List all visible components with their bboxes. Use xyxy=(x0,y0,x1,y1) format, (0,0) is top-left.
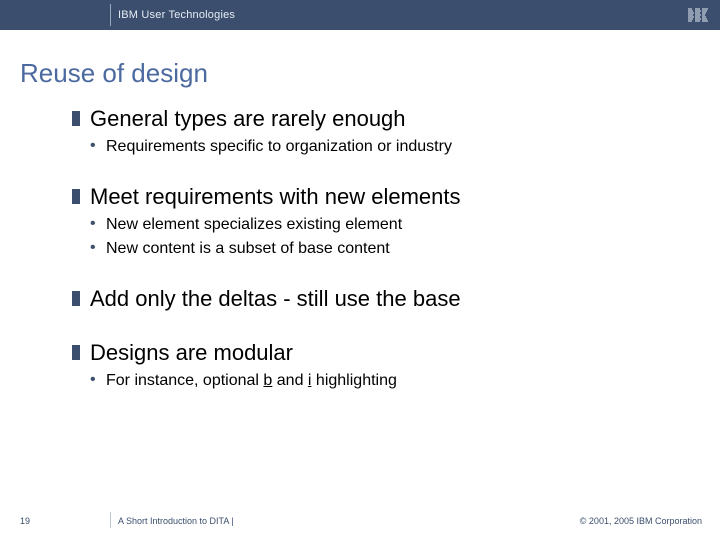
page-number: 19 xyxy=(20,516,30,526)
footer: 19 A Short Introduction to DITA | © 2001… xyxy=(0,506,720,526)
bullet-heading: Meet requirements with new elements xyxy=(72,184,696,210)
header-divider xyxy=(110,4,111,26)
footer-doc-title: A Short Introduction to DITA | xyxy=(118,516,234,526)
bullet-sub: For instance, optional b and i highlight… xyxy=(84,372,696,390)
bullet-group: Meet requirements with new elements New … xyxy=(72,184,696,258)
bullet-heading: Add only the deltas - still use the base xyxy=(72,286,696,312)
bullet-sub: New element specializes existing element xyxy=(84,216,696,234)
slide: IBM User Technologies Reuse of design Ge… xyxy=(0,0,720,540)
slide-body: General types are rarely enough Requirem… xyxy=(72,100,696,418)
bullet-heading: Designs are modular xyxy=(72,340,696,366)
bullet-sub: Requirements specific to organization or… xyxy=(84,138,696,156)
bullet-group: General types are rarely enough Requirem… xyxy=(72,106,696,156)
bullet-group: Add only the deltas - still use the base xyxy=(72,286,696,312)
bullet-sub: New content is a subset of base content xyxy=(84,240,696,258)
bullet-group: Designs are modular For instance, option… xyxy=(72,340,696,390)
slide-title: Reuse of design xyxy=(20,58,208,89)
bullet-heading: General types are rarely enough xyxy=(72,106,696,132)
header-org-label: IBM User Technologies xyxy=(118,9,235,21)
footer-copyright: © 2001, 2005 IBM Corporation xyxy=(580,516,702,526)
footer-divider xyxy=(110,512,111,528)
header-bar: IBM User Technologies xyxy=(0,0,720,30)
ibm-logo-icon xyxy=(688,9,708,22)
